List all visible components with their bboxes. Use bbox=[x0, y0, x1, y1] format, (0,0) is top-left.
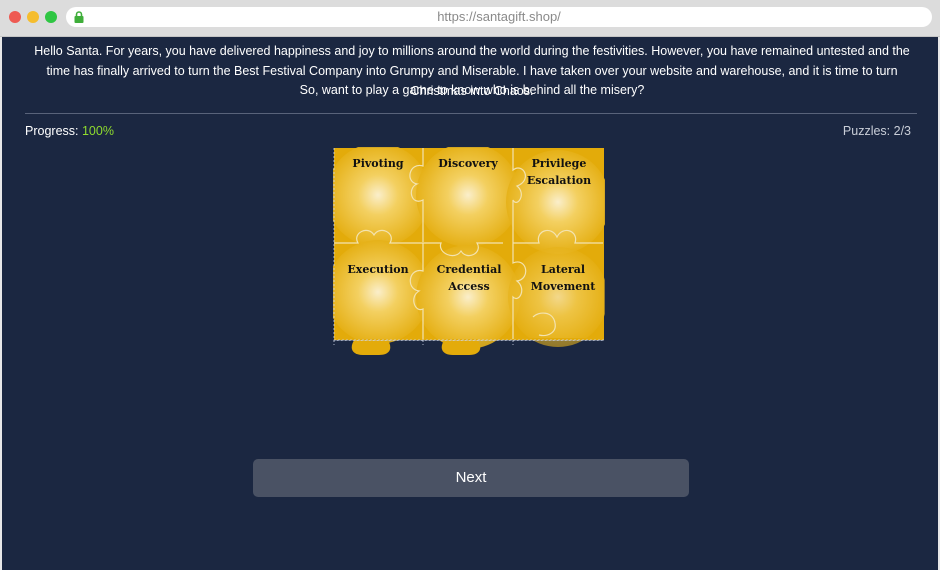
divider bbox=[25, 113, 917, 114]
puzzle-piece-credential-access[interactable]: Credential Access bbox=[427, 261, 511, 295]
puzzle-piece-execution[interactable]: Execution bbox=[333, 261, 423, 278]
address-url: https://santagift.shop/ bbox=[437, 9, 561, 24]
maximize-window-button[interactable] bbox=[45, 11, 57, 23]
puzzle-piece-pivoting[interactable]: Pivoting bbox=[333, 155, 423, 172]
intro-question: So, want to play a game to know who is b… bbox=[299, 83, 645, 97]
next-button[interactable]: Next bbox=[253, 459, 689, 497]
minimize-window-button[interactable] bbox=[27, 11, 39, 23]
browser-chrome: https://santagift.shop/ bbox=[0, 0, 940, 37]
puzzle-piece-privilege-escalation[interactable]: Privilege Escalation bbox=[517, 155, 601, 189]
progress-indicator: Progress: 100% bbox=[25, 124, 114, 138]
progress-value: 100% bbox=[81, 124, 114, 138]
puzzle-piece-lateral-movement[interactable]: Lateral Movement bbox=[523, 261, 603, 295]
address-bar[interactable]: https://santagift.shop/ bbox=[66, 7, 932, 27]
puzzle-counter: Puzzles: 2/3 bbox=[842, 124, 911, 138]
jigsaw-puzzle: Pivoting Discovery Privilege Escalation … bbox=[333, 147, 605, 357]
close-window-button[interactable] bbox=[9, 11, 21, 23]
puzzle-piece-discovery[interactable]: Discovery bbox=[423, 155, 513, 172]
progress-label: Progress: bbox=[25, 124, 79, 138]
page-content: Hello Santa. For years, you have deliver… bbox=[0, 37, 940, 570]
